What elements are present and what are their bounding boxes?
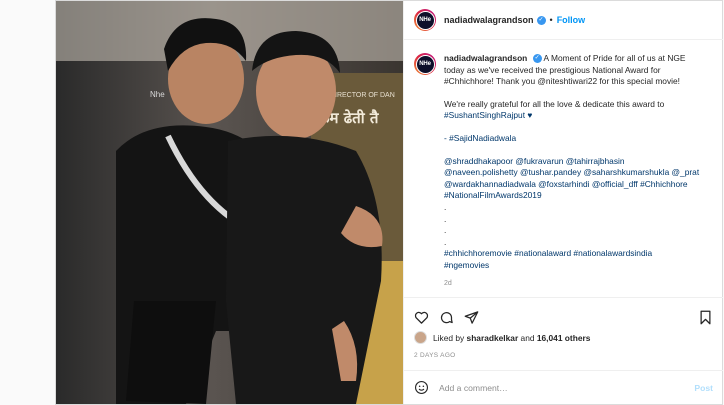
emoji-icon[interactable] — [414, 380, 429, 395]
liker-username[interactable]: sharadkelkar — [467, 333, 519, 343]
caption-area: NHe nadiadwalagrandson ✓ A Moment of Pri… — [404, 41, 723, 296]
caption-line-3: #Chhichhore! Thank you @niteshtiwari22 f… — [444, 76, 713, 88]
post-header: NHe nadiadwalagrandson ✓ • Follow — [404, 1, 723, 40]
mentions-line-2[interactable]: @naveen.polishetty @tushar.pandey @sahar… — [444, 167, 713, 179]
post-timestamp[interactable]: 2 DAYS AGO — [414, 352, 456, 359]
likes-and: and — [520, 332, 535, 343]
caption-line: nadiadwalagrandson ✓ A Moment of Pride f… — [444, 53, 713, 65]
caption-line-2: today as we've received the prestigious … — [444, 64, 661, 75]
caption-line-1: A Moment of Pride for all of us at NGE — [543, 53, 686, 63]
share-icon[interactable] — [464, 310, 479, 325]
dot-line: . — [444, 225, 447, 236]
poster-logo: Nhe — [150, 90, 165, 99]
caption-username[interactable]: nadiadwalagrandson — [444, 53, 527, 63]
post-panel: NHe nadiadwalagrandson ✓ • Follow NHe na… — [403, 1, 723, 404]
caption-text: nadiadwalagrandson ✓ A Moment of Pride f… — [444, 53, 713, 289]
username[interactable]: nadiadwalagrandson — [444, 15, 534, 25]
separator-dot: • — [549, 15, 553, 25]
dot-line: . — [444, 201, 447, 212]
avatar[interactable]: NHe — [414, 9, 436, 31]
liker-avatar[interactable] — [414, 331, 427, 344]
comment-input[interactable]: Add a comment… — [439, 383, 694, 393]
dedication-line: We're really grateful for all the love &… — [444, 98, 665, 109]
avatar-logo: NHe — [415, 10, 435, 30]
post-button[interactable]: Post — [694, 383, 713, 393]
heart-icon[interactable] — [414, 310, 429, 325]
likes-line: Liked by sharadkelkar and 16,041 others — [414, 331, 590, 344]
hashtags-line-2[interactable]: #ngemovies — [444, 260, 713, 272]
caption-time[interactable]: 2d — [444, 278, 713, 290]
follow-button[interactable]: Follow — [557, 15, 586, 25]
verified-icon: ✓ — [532, 54, 542, 64]
mentions-line-3[interactable]: @wardakhannadiadwala @foxstarhindi @offi… — [444, 179, 713, 191]
photo-illustration: THE DIRECTOR OF DAN कम ढेती तै Nhe — [56, 1, 403, 404]
dedication-hashtag[interactable]: #SushantSinghRajput ♥ — [444, 110, 713, 122]
comment-icon[interactable] — [439, 310, 454, 325]
signature-hashtag[interactable]: - #SajidNadiadwala — [444, 133, 713, 145]
post-card: THE DIRECTOR OF DAN कम ढेती तै Nhe NHe n… — [55, 0, 723, 405]
caption-avatar-logo: NHe — [415, 54, 435, 74]
bookmark-icon[interactable] — [698, 310, 713, 325]
action-bar — [404, 297, 723, 327]
dot-line: . — [444, 213, 447, 224]
likes-count[interactable]: 16,041 others — [537, 333, 591, 343]
add-comment-bar: Add a comment… Post — [404, 370, 723, 404]
likes-prefix: Liked by — [433, 332, 465, 343]
caption-avatar[interactable]: NHe — [414, 53, 436, 75]
post-photo[interactable]: THE DIRECTOR OF DAN कम ढेती तै Nhe — [56, 1, 403, 404]
verified-icon: ✓ — [536, 15, 546, 25]
mentions-line-4[interactable]: #NationalFilmAwards2019 — [444, 190, 713, 202]
caption-row: NHe nadiadwalagrandson ✓ A Moment of Pri… — [414, 53, 713, 289]
dot-line: . — [444, 236, 447, 247]
hashtags-line-1[interactable]: #chhichhoremovie #nationalaward #nationa… — [444, 248, 713, 260]
mentions-line-1[interactable]: @shraddhakapoor @fukravarun @tahirrajbha… — [444, 156, 713, 168]
caption-line-3-text: #Chhichhore! Thank you @niteshtiwari22 f… — [444, 76, 680, 87]
